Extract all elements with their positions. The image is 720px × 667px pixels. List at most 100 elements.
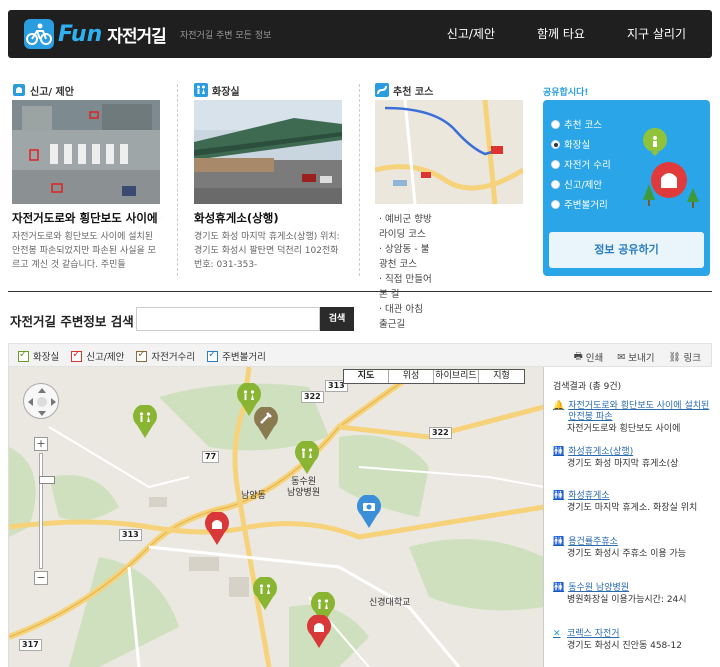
result-item[interactable]: 🚻 화성휴게소(상행) 경기도 화성 마지막 휴게소(상 [553,447,712,470]
course-item[interactable]: · 직접 만들어본 길 [379,272,433,302]
result-item[interactable]: 🚻 동수원 남양병원 병원화장실 이용가능시간: 24시 [553,583,712,606]
card-course[interactable]: 추천 코스 · 예비군 향방 라이딩 코스 · 상암동 - 불광천 코스 · 직… [375,82,523,330]
maptype-hybrid[interactable]: 하이브리드 [434,370,479,383]
result-desc: 병원화장실 이용가능시간: 24시 [567,595,687,605]
card-toilet-head: 화장실 [194,82,240,98]
bell-icon [13,84,25,96]
radio-course[interactable]: 추천 코스 [551,114,611,134]
radio-icon [551,119,560,129]
road-number-badge: 322 [301,391,324,403]
zoom-in-button[interactable]: + [34,437,48,451]
road-number-badge: 313 [119,529,142,541]
radio-icon [551,199,560,209]
result-item[interactable]: 🔔 자전거도로와 횡단보도 사이에 설치된 안전봉 파손 자전거도로와 횡단보도 … [553,401,712,435]
print-link[interactable]: 🖶 인쇄 [574,349,603,365]
course-item[interactable]: · 상암동 - 불광천 코스 [379,242,433,272]
filter-report[interactable]: 신고/제안 [71,349,124,363]
toilet-marker-icon[interactable] [253,577,277,611]
result-desc: 경기도 화성 마지막 휴게소(상 [567,459,679,469]
card-toilet-desc: 경기도 화성 마지막 휴게소(상행) 위치: 경기도 화성시 팔탄면 덕천리 1… [194,232,340,270]
result-title[interactable]: 동수원 남양병원 [568,583,629,594]
zoom-out-button[interactable]: − [34,571,48,585]
zoom-slider-thumb[interactable] [39,476,55,484]
course-item[interactable]: · 대관 아침 출근길 [379,302,433,332]
checkbox-icon [71,349,83,362]
report-marker-icon[interactable] [307,615,331,649]
zoom-slider-track[interactable] [39,453,55,569]
card-toilet[interactable]: 화장실 화성휴게소(상행) 경기도 화성 마지막 휴게소(상행) 위치: 경기도… [194,82,342,270]
filter-sights[interactable]: 주변볼거리 [207,349,266,363]
share-info-button[interactable]: 정보 공유하기 [549,232,704,268]
radio-selected-icon [551,139,560,149]
course-list: · 예비군 향방 라이딩 코스 · 상암동 - 불광천 코스 · 직접 만들어본… [379,212,433,332]
result-item[interactable]: 🚻 용건률주휴소 경기도 화성시 주휴소 이용 가능 [553,537,712,560]
mail-icon: ✉ [617,351,626,363]
share-illustration-icon [643,128,699,208]
search-results-panel: 검색결과 (총 9건) 🔔 자전거도로와 횡단보도 사이에 설치된 안전봉 파손 … [543,367,712,667]
search-button[interactable]: 검색 [320,307,354,331]
radio-report[interactable]: 신고/제안 [551,174,611,194]
map-tools: 🖶 인쇄 ✉ 보내기 ⛓ 링크 [574,349,701,365]
search-input[interactable] [136,307,320,331]
radio-icon [551,179,560,189]
map-view[interactable]: 313 322 322 77 313 317 남양동 동수원 남양병원 신경대학… [8,367,543,667]
sights-marker-icon[interactable] [357,495,381,529]
result-title[interactable]: 화성휴게소 [568,491,609,502]
share-label: 공유합시다! [543,88,589,98]
card-toilet-title[interactable]: 화성휴게소(상행) [194,210,344,226]
result-item[interactable]: ✕ 코렉스 자전거 경기도 화성시 진안동 458-12 [553,629,712,652]
place-label-university: 신경대학교 [369,598,411,608]
toilet-marker-icon[interactable] [295,441,319,475]
maptype-map[interactable]: 지도 [344,370,389,383]
route-icon [375,83,389,97]
link-link[interactable]: ⛓ 링크 [668,349,701,365]
radio-icon [551,159,560,169]
filter-toilet[interactable]: 화장실 [18,349,59,363]
logo-fun-text: Fun [58,21,103,47]
result-title[interactable]: 용건률주휴소 [568,537,618,548]
card-report-title[interactable]: 자전거도로와 횡단보도 사이에 설치 [12,210,162,226]
nav-report[interactable]: 신고/제안 [447,25,495,42]
map-type-switcher: 지도 위성 하이브리드 지형 [343,369,525,384]
nav-ride-together[interactable]: 함께 타요 [537,25,585,42]
send-link[interactable]: ✉ 보내기 [617,349,654,365]
radio-repair[interactable]: 자전거 수리 [551,154,611,174]
maptype-satellite[interactable]: 위성 [389,370,434,383]
result-item[interactable]: 🚻 화성휴게소 경기도 마지막 휴게소. 화장실 위치 [553,491,712,514]
checkbox-icon [18,349,29,362]
result-title[interactable]: 자전거도로와 횡단보도 사이에 설치된 안전봉 파손 [568,401,712,423]
checkbox-icon [136,349,148,362]
road-number-badge: 317 [19,639,42,651]
card-report-label: 신고/ 제안 [30,86,74,98]
result-title[interactable]: 화성휴게소(상행) [568,447,633,458]
report-marker-icon[interactable] [205,512,229,546]
wrench-marker-icon[interactable] [254,407,278,441]
radio-toilet[interactable]: 화장실 [551,134,611,154]
nav-save-earth[interactable]: 지구 살리기 [627,25,686,42]
result-title[interactable]: 코렉스 자전거 [567,629,620,640]
divider [359,84,360,276]
card-course-label: 추천 코스 [393,86,434,98]
toilet-icon: 🚻 [553,537,565,547]
toilet-marker-icon[interactable] [133,405,157,439]
site-logo[interactable]: Fun 자전거길 [24,16,167,52]
bell-icon: 🔔 [553,401,565,411]
bicycle-logo-icon [24,19,54,49]
course-item[interactable]: · 예비군 향방 라이딩 코스 [379,212,433,242]
radio-sights[interactable]: 주변볼거리 [551,194,611,214]
toilet-icon: 🚻 [553,447,565,457]
results-count: 검색결과 (총 9건) [553,382,622,392]
toilet-icon: 🚻 [553,491,565,501]
card-report[interactable]: 신고/ 제안 자전거도로와 횡단보도 사이에 설치 자전거도로와 횡단보도 사이… [12,82,162,270]
filter-repair[interactable]: 자전거수리 [136,349,195,363]
result-desc: 자전거도로와 횡단보도 사이에 [567,424,681,434]
result-desc: 경기도 마지막 휴게소. 화장실 위치 [567,503,698,513]
main-nav: 신고/제안 함께 타요 지구 살리기 [447,25,686,42]
pan-control[interactable] [23,383,59,419]
card-report-desc: 자전거도로와 횡단보도 사이에 설치된 안전봉 파손되었지만 파손된 사실을 모… [12,232,156,270]
logo-title-text: 자전거길 [107,26,167,47]
maptype-terrain[interactable]: 지형 [479,370,524,383]
category-filters: 화장실 신고/제안 자전거수리 주변볼거리 [18,349,266,363]
checkbox-icon [207,349,219,362]
top-header: Fun 자전거길 자전거길 주변 모든 정보 신고/제안 함께 타요 지구 살리… [8,10,712,58]
